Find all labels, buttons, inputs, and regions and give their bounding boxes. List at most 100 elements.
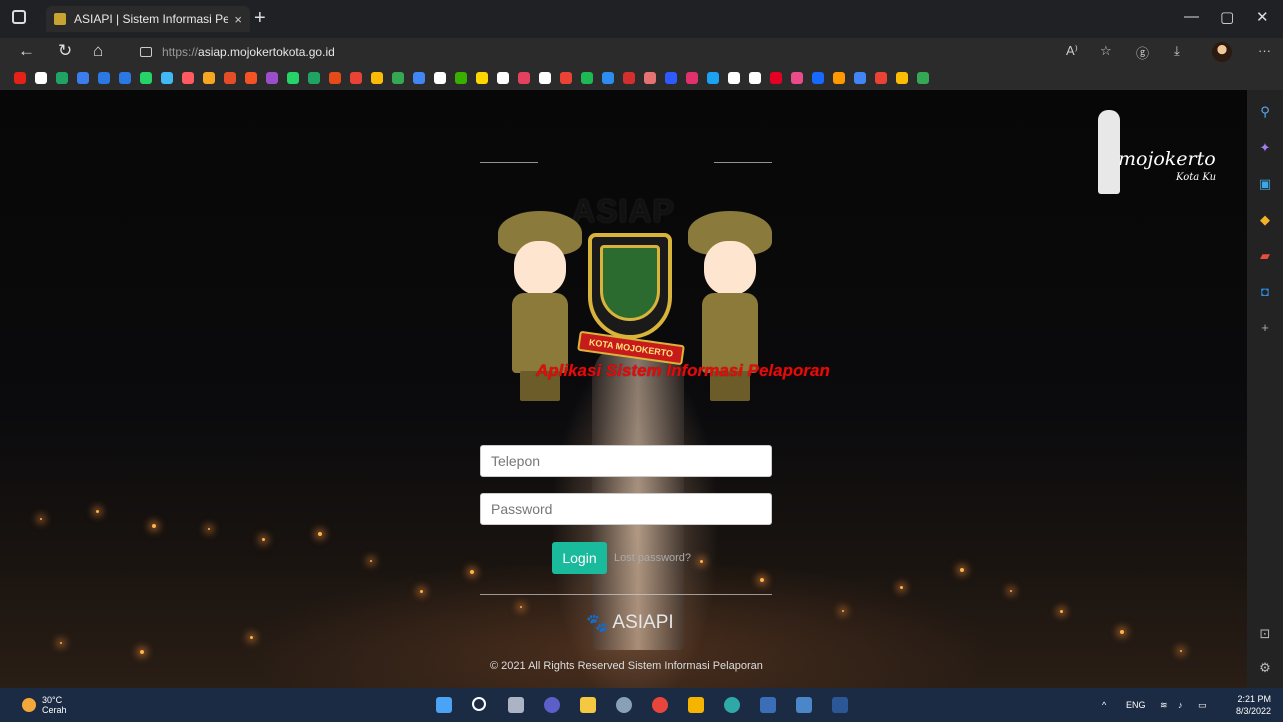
- favorite-22-icon[interactable]: [455, 72, 467, 84]
- start-icon[interactable]: [436, 697, 452, 713]
- url-field[interactable]: https:// asiap.mojokertokota.go.id: [128, 40, 1068, 64]
- favorite-5-icon[interactable]: [98, 72, 110, 84]
- url-protocol: https://: [162, 45, 199, 59]
- favorite-13-icon[interactable]: [266, 72, 278, 84]
- app-icon-1[interactable]: [760, 697, 776, 713]
- favorite-41-icon[interactable]: [854, 72, 866, 84]
- lost-password-link[interactable]: Lost password?: [614, 552, 691, 564]
- favorite-10-icon[interactable]: [203, 72, 215, 84]
- favorite-1-icon[interactable]: [14, 72, 26, 84]
- password-input[interactable]: Password: [480, 493, 772, 525]
- chat-icon[interactable]: [544, 697, 560, 713]
- tab-close-icon[interactable]: ×: [234, 12, 242, 27]
- favorite-23-icon[interactable]: [476, 72, 488, 84]
- favorite-6-icon[interactable]: [119, 72, 131, 84]
- chrome-icon[interactable]: [652, 697, 668, 713]
- favorite-29-icon[interactable]: [602, 72, 614, 84]
- minimize-button[interactable]: —: [1184, 8, 1199, 25]
- favorite-11-icon[interactable]: [224, 72, 236, 84]
- weather-temperature: 30°C: [42, 695, 63, 705]
- favorite-14-icon[interactable]: [287, 72, 299, 84]
- favorite-34-icon[interactable]: [707, 72, 719, 84]
- favorite-19-icon[interactable]: [392, 72, 404, 84]
- favorites-bar: [0, 66, 1283, 90]
- new-tab-button[interactable]: +: [254, 6, 266, 30]
- favorite-4-icon[interactable]: [77, 72, 89, 84]
- favorite-28-icon[interactable]: [581, 72, 593, 84]
- favorite-26-icon[interactable]: [539, 72, 551, 84]
- outlook-icon[interactable]: ◘: [1257, 284, 1273, 300]
- restore-button[interactable]: ▢: [1220, 8, 1234, 26]
- favorite-25-icon[interactable]: [518, 72, 530, 84]
- clock[interactable]: 2:21 PM 8/3/2022: [1236, 693, 1271, 717]
- footer-brand-text: ASIAPI: [612, 612, 674, 633]
- favorite-42-icon[interactable]: [875, 72, 887, 84]
- weather-condition: Cerah: [42, 705, 67, 715]
- login-button[interactable]: Login: [552, 542, 607, 574]
- settings-taskbar-icon[interactable]: [616, 697, 632, 713]
- favorite-36-icon[interactable]: [749, 72, 761, 84]
- favorite-43-icon[interactable]: [896, 72, 908, 84]
- add-favorite-icon[interactable]: ☆: [1100, 43, 1112, 59]
- volume-icon[interactable]: ♪: [1178, 700, 1183, 710]
- favorite-21-icon[interactable]: [434, 72, 446, 84]
- edge-icon[interactable]: [724, 697, 740, 713]
- shopping-icon[interactable]: ▣: [1257, 176, 1273, 192]
- footer-brand: 🐾 ASIAPI: [586, 612, 674, 634]
- favorite-24-icon[interactable]: [497, 72, 509, 84]
- favorite-31-icon[interactable]: [644, 72, 656, 84]
- favorite-20-icon[interactable]: [413, 72, 425, 84]
- word-icon[interactable]: [832, 697, 848, 713]
- battery-icon[interactable]: ▭: [1198, 700, 1207, 711]
- refresh-icon[interactable]: ↻: [58, 41, 72, 61]
- favorite-44-icon[interactable]: [917, 72, 929, 84]
- copilot-icon[interactable]: ✦: [1257, 140, 1273, 156]
- favorite-32-icon[interactable]: [665, 72, 677, 84]
- add-sidebar-app-icon[interactable]: +: [1257, 320, 1273, 336]
- phone-input[interactable]: Telepon: [480, 445, 772, 477]
- wifi-icon[interactable]: ≋: [1160, 700, 1168, 711]
- downloads-icon[interactable]: ⤓: [1174, 43, 1180, 59]
- sidebar-settings-icon[interactable]: ⚙: [1257, 660, 1273, 676]
- favorite-37-icon[interactable]: [770, 72, 782, 84]
- favorite-30-icon[interactable]: [623, 72, 635, 84]
- browser-essentials-icon[interactable]: ⓖ: [1136, 43, 1149, 62]
- sticky-notes-icon[interactable]: [688, 697, 704, 713]
- read-aloud-icon[interactable]: A⁾: [1066, 43, 1078, 59]
- favorite-35-icon[interactable]: [728, 72, 740, 84]
- favorite-40-icon[interactable]: [833, 72, 845, 84]
- hide-sidebar-icon[interactable]: ⊡: [1257, 626, 1273, 642]
- weather-widget[interactable]: 30°C Cerah: [22, 695, 67, 715]
- favorite-7-icon[interactable]: [140, 72, 152, 84]
- favorite-15-icon[interactable]: [308, 72, 320, 84]
- favorite-33-icon[interactable]: [686, 72, 698, 84]
- tab-actions-icon[interactable]: [12, 10, 26, 24]
- window-close-button[interactable]: ✕: [1256, 8, 1269, 26]
- search-icon[interactable]: ⚲: [1257, 104, 1273, 120]
- favorite-16-icon[interactable]: [329, 72, 341, 84]
- favorite-8-icon[interactable]: [161, 72, 173, 84]
- office-icon[interactable]: ▰: [1257, 248, 1273, 264]
- favorite-27-icon[interactable]: [560, 72, 572, 84]
- settings-more-icon[interactable]: ···: [1258, 43, 1271, 58]
- search-taskbar-icon[interactable]: [472, 697, 486, 711]
- file-explorer-icon[interactable]: [580, 697, 596, 713]
- task-view-icon[interactable]: [508, 697, 524, 713]
- tray-chevron-icon[interactable]: ^: [1102, 700, 1106, 710]
- favorite-3-icon[interactable]: [56, 72, 68, 84]
- edge-sidebar: ⚲ ✦ ▣ ◆ ▰ ◘ + ⊡ ⚙: [1247, 90, 1283, 688]
- favorite-38-icon[interactable]: [791, 72, 803, 84]
- favorite-12-icon[interactable]: [245, 72, 257, 84]
- favorite-39-icon[interactable]: [812, 72, 824, 84]
- profile-avatar[interactable]: [1212, 42, 1232, 62]
- favorite-9-icon[interactable]: [182, 72, 194, 84]
- back-icon[interactable]: ←: [18, 41, 35, 61]
- favorite-18-icon[interactable]: [371, 72, 383, 84]
- language-indicator[interactable]: ENG: [1126, 700, 1146, 710]
- tools-icon[interactable]: ◆: [1257, 212, 1273, 228]
- browser-tab[interactable]: ASIAPI | Sistem Informasi Pelapo ×: [46, 6, 250, 32]
- favorite-2-icon[interactable]: [35, 72, 47, 84]
- home-icon[interactable]: ⌂: [93, 41, 103, 61]
- app-icon-2[interactable]: [796, 697, 812, 713]
- favorite-17-icon[interactable]: [350, 72, 362, 84]
